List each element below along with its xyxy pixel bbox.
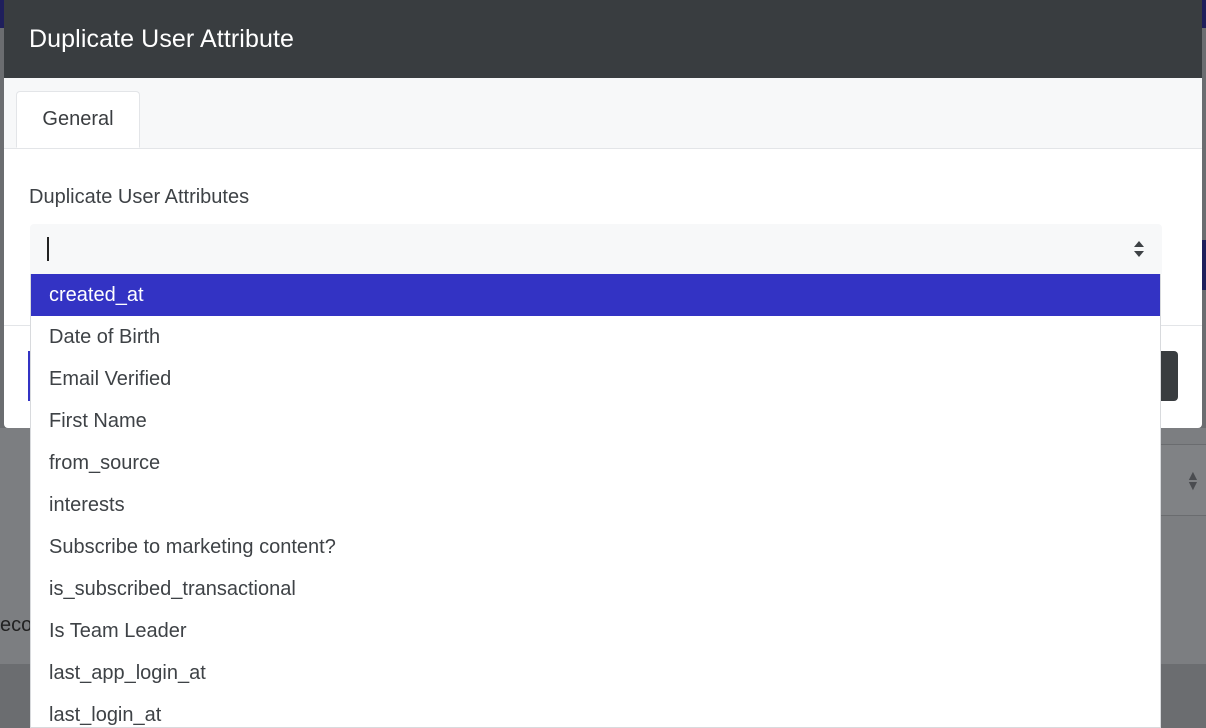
dropdown-option[interactable]: is_subscribed_transactional [31, 568, 1160, 610]
dropdown-option[interactable]: First Name [31, 400, 1160, 442]
field-label: Duplicate User Attributes [29, 186, 250, 208]
sort-arrows-icon [1134, 241, 1144, 257]
dropdown-option[interactable]: Subscribe to marketing content? [31, 526, 1160, 568]
dropdown-option[interactable]: from_source [31, 442, 1160, 484]
background-partial-text: eco [0, 614, 33, 636]
dropdown-option[interactable]: Email Verified [31, 358, 1160, 400]
modal-title: Duplicate User Attribute [29, 24, 295, 53]
tabs-bar: General [4, 78, 1202, 149]
dropdown-option[interactable]: last_login_at [31, 694, 1160, 727]
attribute-select-input[interactable] [30, 224, 1162, 274]
dropdown-option[interactable]: last_app_login_at [31, 652, 1160, 694]
attribute-dropdown-list[interactable]: created_at Date of Birth Email Verified … [30, 274, 1161, 728]
dropdown-option[interactable]: Date of Birth [31, 316, 1160, 358]
text-cursor [47, 237, 49, 261]
dropdown-option[interactable]: created_at [31, 274, 1160, 316]
tab-general[interactable]: General [16, 91, 140, 148]
dropdown-option[interactable]: interests [31, 484, 1160, 526]
dropdown-option[interactable]: Is Team Leader [31, 610, 1160, 652]
modal-header: Duplicate User Attribute [4, 0, 1202, 78]
background-sort-icon: ▲ ▼ [1186, 467, 1200, 493]
